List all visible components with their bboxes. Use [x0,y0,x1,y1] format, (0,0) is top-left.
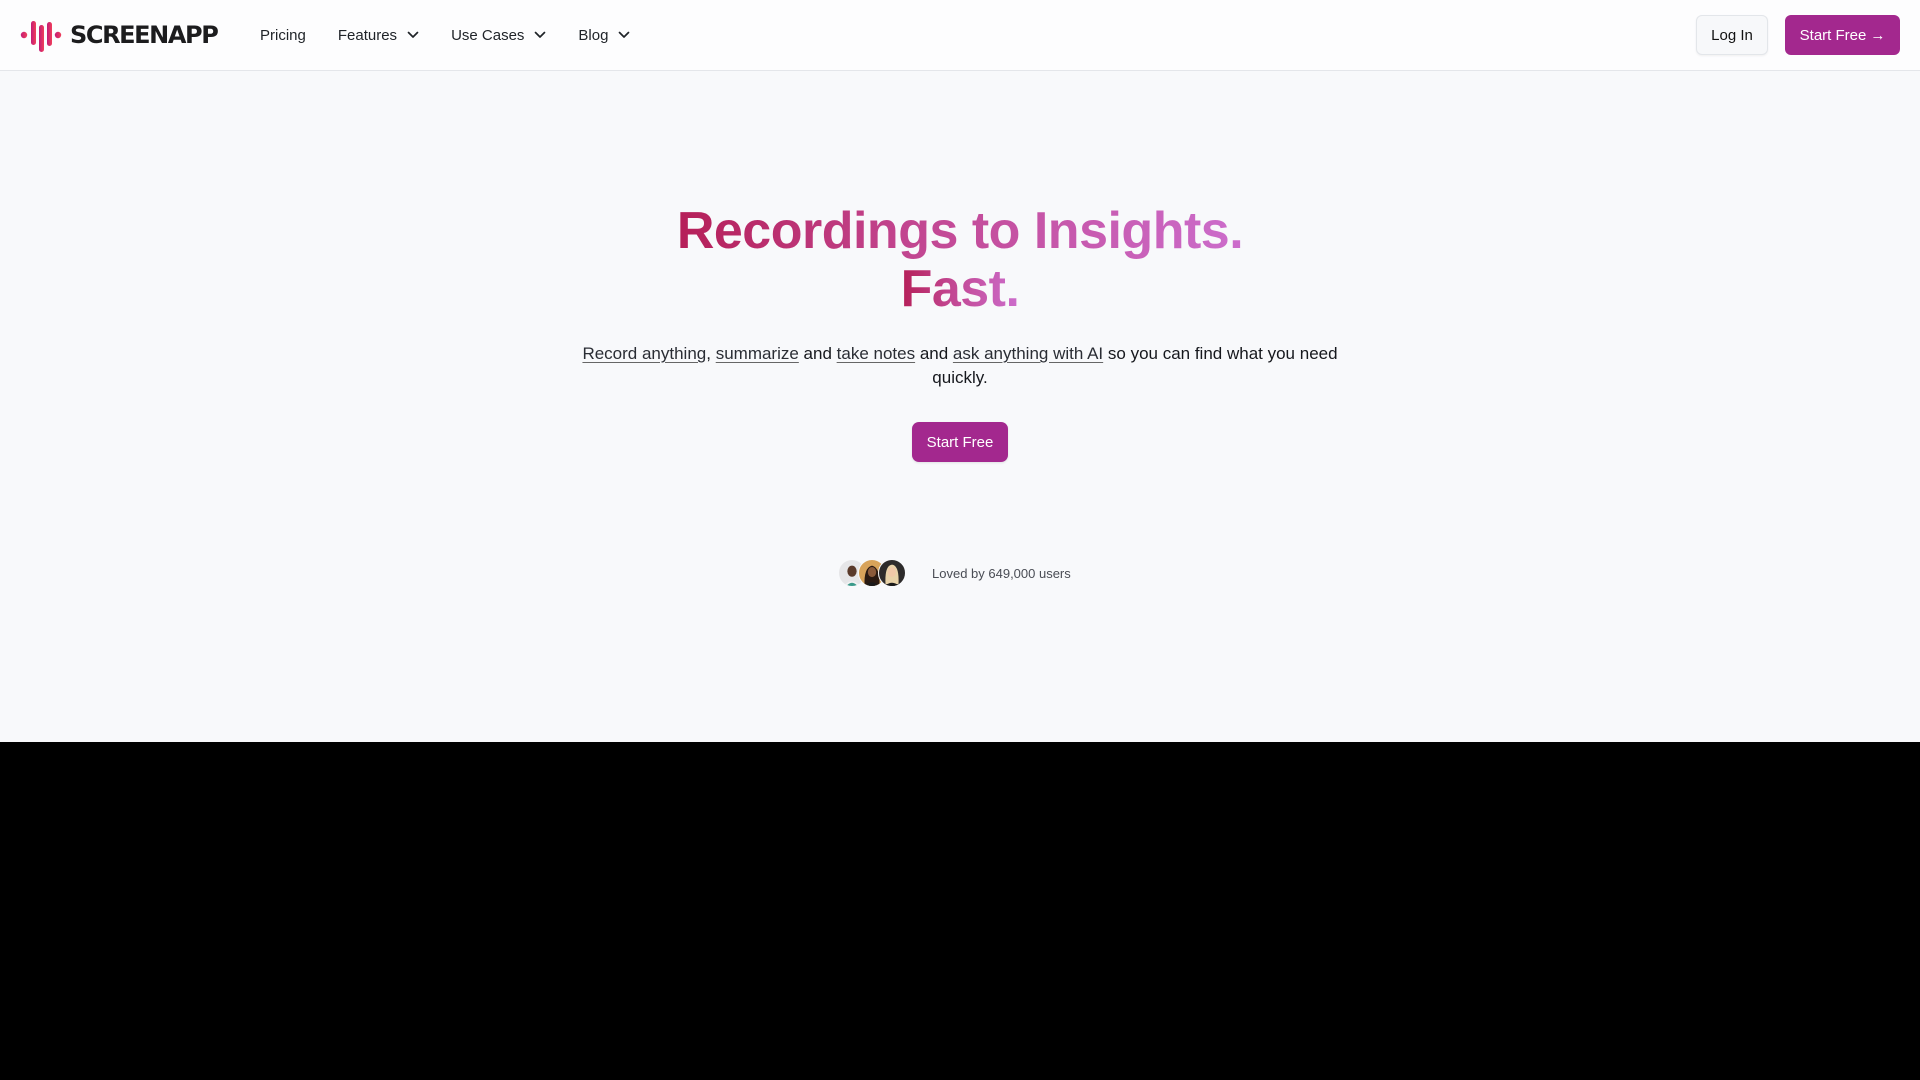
user-avatar-3 [878,559,906,587]
nav-features-label: Features [337,26,398,44]
brand-logo[interactable]: SCREENAPP [20,17,219,53]
arrow-right-icon: → [1870,26,1886,44]
login-button-label: Log In [1711,26,1753,44]
hero-subtitle: Record anything, summarize and take note… [560,342,1360,390]
user-avatars [838,558,908,588]
audio-waveform-icon [20,21,62,52]
main-nav: Pricing Features Use Cases Blog [260,0,662,70]
subtitle-and-2: and [915,344,953,363]
hero-title: Recordings to Insights. Fast. [0,202,1920,318]
social-proof: Loved by 649,000 users [838,557,1071,589]
nav-use-cases[interactable]: Use Cases [451,15,546,55]
link-ask-anything-ai[interactable]: ask anything with AI [953,344,1103,363]
subtitle-and-1: and [798,344,837,363]
brand-name: SCREENAPP [70,21,219,49]
nav-features[interactable]: Features [338,15,419,55]
nav-blog-label: Blog [578,26,609,44]
subtitle-separator: , [706,344,716,363]
start-free-header-label: Start Free [1799,26,1867,44]
nav-pricing-label: Pricing [260,26,306,44]
chevron-down-icon [619,31,630,38]
nav-use-cases-label: Use Cases [451,26,525,44]
chevron-down-icon [407,31,419,38]
video-player-area[interactable] [0,742,1920,1080]
site-header: SCREENAPP Pricing Features Use Cases Blo… [0,0,1920,71]
start-free-header-button[interactable]: Start Free → [1785,15,1900,55]
start-free-hero-button[interactable]: Start Free [912,422,1008,462]
login-button[interactable]: Log In [1696,15,1768,55]
link-record-anything[interactable]: Record anything [582,344,706,363]
nav-pricing[interactable]: Pricing [260,15,306,55]
hero-section: Recordings to Insights. Fast. Record any… [0,71,1920,742]
link-take-notes[interactable]: take notes [837,344,915,363]
chevron-down-icon [535,31,546,38]
social-proof-text: Loved by 649,000 users [932,565,1071,581]
hero-title-line-2: Fast. [900,260,1020,318]
hero-title-line-1: Recordings to Insights. [676,202,1244,260]
link-summarize[interactable]: summarize [716,344,799,363]
nav-blog[interactable]: Blog [578,15,630,55]
start-free-hero-label: Start Free [926,433,994,451]
